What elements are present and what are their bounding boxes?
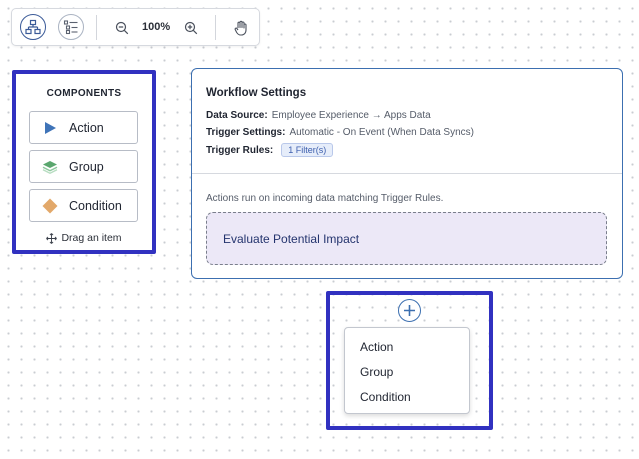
list-view-button[interactable] [58, 14, 84, 40]
toolbar-divider [215, 15, 216, 40]
diamond-icon [42, 198, 58, 214]
pan-tool-button[interactable] [230, 17, 252, 39]
toolbar-divider [96, 15, 97, 40]
evaluate-impact-step[interactable]: Evaluate Potential Impact [206, 212, 607, 265]
filter-count-badge[interactable]: 1 Filter(s) [281, 143, 334, 157]
component-condition-label: Condition [69, 198, 122, 213]
card-divider [192, 173, 622, 174]
component-action-label: Action [69, 120, 104, 135]
trigger-rules-row: Trigger Rules: 1 Filter(s) [206, 143, 334, 157]
data-source-label: Data Source: [206, 110, 268, 121]
workflow-title: Workflow Settings [206, 87, 307, 99]
component-condition[interactable]: Condition [29, 189, 138, 222]
list-tree-icon [63, 20, 78, 35]
menu-item-action[interactable]: Action [360, 340, 393, 354]
drag-hint-label: Drag an item [61, 232, 122, 244]
add-step-menu: Action Group Condition [344, 327, 470, 414]
actions-note: Actions run on incoming data matching Tr… [206, 193, 444, 204]
move-arrows-icon [46, 232, 58, 244]
canvas-toolbar: 100% [11, 8, 260, 46]
zoom-out-button[interactable] [111, 17, 133, 39]
play-triangle-icon [42, 120, 58, 136]
components-panel: COMPONENTS Action Group Condition Drag a… [12, 70, 156, 254]
component-group[interactable]: Group [29, 150, 138, 183]
trigger-rules-label: Trigger Rules: [206, 144, 274, 156]
zoom-level: 100% [142, 21, 171, 33]
flow-view-button[interactable] [20, 14, 46, 40]
add-step-zone: Action Group Condition [326, 291, 493, 430]
menu-item-group[interactable]: Group [360, 365, 393, 379]
trigger-settings-row: Trigger Settings: Automatic - On Event (… [206, 127, 474, 138]
plus-icon [404, 305, 415, 316]
layers-icon [42, 159, 58, 175]
component-group-label: Group [69, 159, 104, 174]
evaluate-impact-label: Evaluate Potential Impact [223, 231, 360, 246]
data-source-row: Data Source: Employee Experience → Apps … [206, 110, 431, 121]
zoom-out-icon [115, 21, 129, 35]
components-title: COMPONENTS [46, 88, 122, 99]
zoom-in-icon [184, 21, 198, 35]
drag-hint: Drag an item [16, 232, 152, 244]
add-step-button[interactable] [398, 299, 421, 322]
org-chart-icon [25, 19, 41, 35]
menu-item-condition[interactable]: Condition [360, 390, 411, 404]
zoom-in-button[interactable] [180, 17, 202, 39]
workflow-settings-card[interactable]: Workflow Settings Data Source: Employee … [191, 68, 623, 279]
component-action[interactable]: Action [29, 111, 138, 144]
trigger-settings-value: Automatic - On Event (When Data Syncs) [289, 127, 474, 138]
data-source-value: Employee Experience → Apps Data [271, 110, 431, 121]
trigger-settings-label: Trigger Settings: [206, 127, 286, 138]
hand-icon [234, 20, 247, 36]
